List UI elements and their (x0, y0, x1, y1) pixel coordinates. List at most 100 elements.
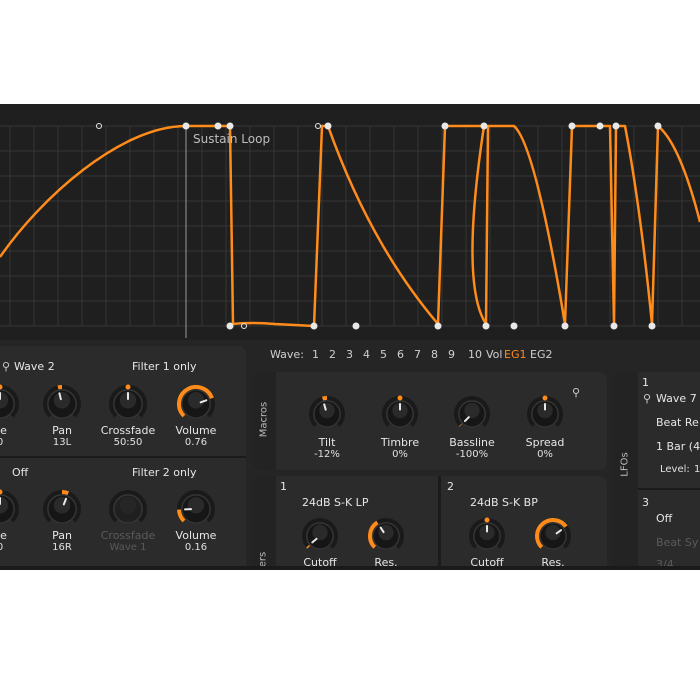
wave-selector-item[interactable]: 7 (414, 348, 421, 361)
knob[interactable] (307, 394, 347, 434)
knob-label: Volume (175, 424, 217, 437)
knob-label: -12% (314, 449, 340, 460)
envelope-node[interactable] (561, 322, 569, 330)
lfo1-rate[interactable]: 1 Bar (4 (656, 440, 700, 453)
envelope-node[interactable] (568, 122, 576, 130)
knob-label: 50:50 (113, 437, 143, 448)
search-icon[interactable]: ⚲ (2, 360, 10, 373)
lfo1-search-icon[interactable]: ⚲ (643, 392, 651, 405)
filters-divider (438, 476, 441, 570)
macros-title: Macros (258, 401, 270, 438)
wave-selector-item[interactable]: 2 (329, 348, 336, 361)
lfo-title: LFOs (619, 452, 631, 477)
osc1-wave-title[interactable]: Wave 2 (14, 360, 55, 373)
envelope-node[interactable] (610, 322, 618, 330)
lfo1-level-value[interactable]: 1 (694, 464, 700, 475)
lfo1-index: 1 (642, 376, 649, 389)
wave-selector-label: Wave: (270, 348, 304, 361)
knob-label: ne (0, 529, 7, 542)
envelope-node[interactable] (434, 322, 442, 330)
envelope-node[interactable] (648, 322, 656, 330)
wave-selector-item[interactable]: 1 (312, 348, 319, 361)
envelope-node[interactable] (441, 122, 449, 130)
envelope-node[interactable] (352, 322, 360, 330)
lfo-divider (638, 488, 700, 490)
knob[interactable] (41, 383, 83, 425)
knob-label: 0% (392, 449, 408, 460)
envelope-grid (0, 125, 700, 327)
wave-selector-item[interactable]: Vol (486, 348, 502, 361)
knob[interactable] (0, 488, 21, 530)
knob-label: 0% (537, 449, 553, 460)
osc2-route[interactable]: Filter 2 only (132, 466, 197, 479)
wave-selector-item[interactable]: 5 (380, 348, 387, 361)
knob-label: 0.76 (184, 437, 208, 448)
wave-selector-item[interactable]: 4 (363, 348, 370, 361)
envelope-editor[interactable]: Sustain Loop (0, 104, 700, 340)
envelope-node[interactable] (654, 122, 662, 130)
knob[interactable] (533, 516, 573, 556)
envelope-node[interactable] (510, 322, 518, 330)
filter2-type[interactable]: 24dB S-K BP (470, 496, 538, 509)
knob[interactable] (175, 488, 217, 530)
envelope-node[interactable] (482, 322, 490, 330)
knob-label: Wave 1 (109, 542, 147, 553)
wave-selector-item[interactable]: 6 (397, 348, 404, 361)
filter1-type[interactable]: 24dB S-K LP (302, 496, 368, 509)
wave-selector-item[interactable]: 3 (346, 348, 353, 361)
envelope-node[interactable] (214, 122, 222, 130)
osc1-route[interactable]: Filter 1 only (132, 360, 197, 373)
filter2-index: 2 (447, 480, 454, 493)
wave-selector-item[interactable]: 9 (448, 348, 455, 361)
lfo3-wave[interactable]: Off (656, 512, 672, 525)
knob[interactable] (380, 394, 420, 434)
knob-label: -100% (455, 449, 489, 460)
bottom-edge (0, 566, 700, 570)
filter1-index: 1 (280, 480, 287, 493)
knob-label: Volume (175, 529, 217, 542)
knob-label: Pan (52, 529, 72, 542)
macros-search-icon[interactable]: ⚲ (572, 386, 580, 399)
envelope-node[interactable] (596, 122, 604, 130)
envelope-node[interactable] (324, 122, 332, 130)
knob[interactable] (107, 383, 149, 425)
envelope-node[interactable] (480, 122, 488, 130)
lfo3-beat: Beat Sy (656, 536, 699, 549)
knob-label: Pan (52, 424, 72, 437)
knob-label: Timbre (380, 436, 420, 449)
lfo1-wave[interactable]: Wave 7 (656, 392, 697, 405)
knob[interactable] (525, 394, 565, 434)
wave-selector-item[interactable]: 10 (468, 348, 482, 361)
knob-label: Spread (525, 436, 565, 449)
wave-selector-item[interactable]: 8 (431, 348, 438, 361)
knob-label: 16R (52, 542, 72, 553)
envelope-graph[interactable] (0, 104, 700, 340)
knob[interactable] (467, 516, 507, 556)
knob-label: ne (0, 424, 7, 437)
knob[interactable] (366, 516, 406, 556)
lfo1-level-label: Level: (660, 464, 690, 475)
osc2-wave-title[interactable]: Off (12, 466, 28, 479)
knob-label: 0 (0, 437, 3, 448)
wave-selector-item[interactable]: EG2 (530, 348, 552, 361)
sustain-loop-label: Sustain Loop (193, 132, 271, 146)
envelope-node[interactable] (310, 322, 318, 330)
envelope-node[interactable] (226, 322, 234, 330)
knob[interactable] (300, 516, 340, 556)
envelope-node[interactable] (612, 122, 620, 130)
oscillator-divider (0, 456, 246, 458)
lfo1-beat[interactable]: Beat Re (656, 416, 699, 429)
envelope-node[interactable] (182, 122, 190, 130)
knob-label: Tilt (318, 436, 336, 449)
envelope-node[interactable] (226, 122, 234, 130)
knob-label: 0.16 (184, 542, 208, 553)
synth-editor-crop: Sustain Loop Wave: 1 2 3 4 5 6 7 8 9 10 Vol EG1 EG2 … (0, 104, 700, 570)
wave-selector-item[interactable]: EG1 (504, 348, 526, 361)
knob[interactable] (175, 383, 217, 425)
knob-label: 13L (52, 437, 72, 448)
knob[interactable] (41, 488, 83, 530)
knob[interactable] (0, 383, 21, 425)
knob[interactable] (452, 394, 492, 434)
knob-label: 0 (0, 542, 3, 553)
knob-label: Bassline (449, 436, 495, 449)
